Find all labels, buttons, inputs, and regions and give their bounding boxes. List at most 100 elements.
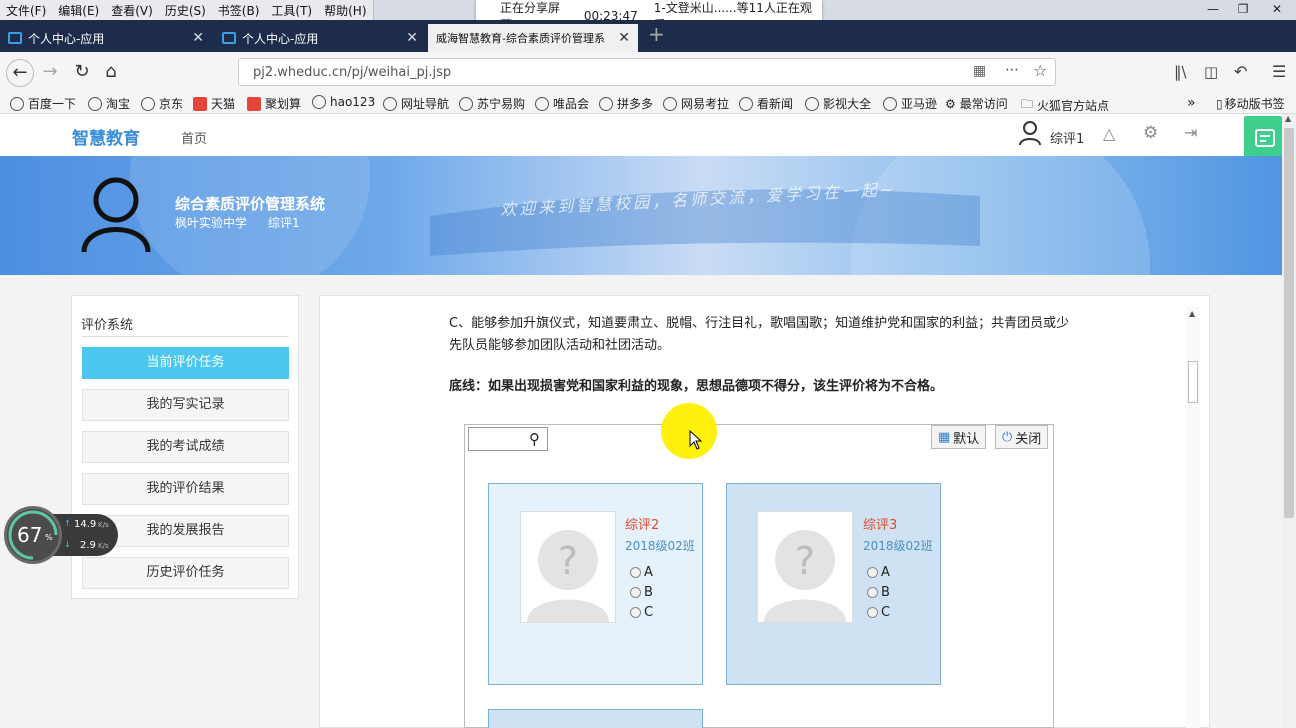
header-username[interactable]: 综评1 <box>1050 128 1084 147</box>
undo-icon[interactable]: ↶ <box>1234 62 1247 81</box>
globe-icon <box>88 96 102 111</box>
hamburger-menu-icon[interactable]: ☰ <box>1272 62 1286 81</box>
radio-icon[interactable] <box>630 587 641 598</box>
student-name: 综评2 <box>625 518 660 533</box>
tab-label: 个人中心-应用 <box>28 31 105 46</box>
bookmark-juhuasuan[interactable]: 聚划算 <box>247 95 301 112</box>
sidebar-item-current-tasks[interactable]: 当前评价任务 <box>82 347 289 379</box>
inner-scroll-thumb[interactable] <box>1188 361 1198 403</box>
inner-scrollbar[interactable]: ▲ <box>1186 307 1200 728</box>
bookmark-tmall[interactable]: 天猫 <box>193 95 235 112</box>
bookmark-label: 拼多多 <box>617 97 654 111</box>
brand-logo[interactable]: 智慧教育 <box>72 124 140 149</box>
home-icon[interactable]: ⌂ <box>99 60 123 84</box>
network-monitor-widget[interactable]: 67 % ↑ 14.9 K/s ↓ 2.9 K/s <box>4 506 118 564</box>
skin-shirt-icon[interactable]: △ <box>1103 124 1115 143</box>
bookmark-kaola[interactable]: 网易考拉 <box>663 95 729 112</box>
globe-icon <box>459 96 473 111</box>
back-icon[interactable]: ← <box>6 59 34 87</box>
tab-1[interactable]: 个人中心-应用 ✕ <box>0 24 212 52</box>
option-label: B <box>644 585 653 600</box>
tab-label: 威海智慧教育-综合素质评价管理系 <box>436 32 605 45</box>
upload-speed: 14.9 <box>74 519 97 530</box>
close-tab-icon[interactable]: ✕ <box>406 30 418 46</box>
close-tab-icon[interactable]: ✕ <box>192 30 204 46</box>
star-icon[interactable]: ☆ <box>1033 61 1047 80</box>
bookmark-taobao[interactable]: 淘宝 <box>88 95 130 112</box>
bookmark-label: 火狐官方站点 <box>1037 99 1110 113</box>
tab-2[interactable]: 个人中心-应用 ✕ <box>214 24 426 52</box>
feedback-chat-icon[interactable] <box>1244 116 1282 158</box>
logout-icon[interactable]: ⇥ <box>1184 123 1197 142</box>
option-a-radio[interactable]: A <box>630 565 653 580</box>
menu-view[interactable]: 查看(V) <box>105 0 159 20</box>
bookmark-label: 影视大全 <box>823 97 872 111</box>
close-tab-icon[interactable]: ✕ <box>618 30 630 46</box>
qr-code-icon[interactable]: ▦ <box>973 63 986 79</box>
menu-edit[interactable]: 编辑(E) <box>52 0 105 20</box>
minimize-button[interactable]: — <box>1198 0 1228 20</box>
bookmark-amazon[interactable]: 亚马逊 <box>883 95 937 112</box>
menu-help[interactable]: 帮助(H) <box>318 0 372 20</box>
scroll-up-icon[interactable]: ▲ <box>1285 114 1291 123</box>
sidebar-icon[interactable]: ◫ <box>1204 63 1218 81</box>
dialog-search-input[interactable]: ⚲ <box>468 427 548 451</box>
radio-icon[interactable] <box>630 607 641 618</box>
more-bookmarks-icon[interactable]: » <box>1187 95 1196 111</box>
sidebar-item-eval-results[interactable]: 我的评价结果 <box>82 473 289 505</box>
option-b-radio[interactable]: B <box>630 585 653 600</box>
tab-3-active[interactable]: 威海智慧教育-综合素质评价管理系 ✕ <box>428 24 638 52</box>
student-card[interactable] <box>488 709 703 728</box>
option-b-radio[interactable]: B <box>867 585 890 600</box>
scroll-up-icon[interactable]: ▲ <box>1189 309 1195 318</box>
bookmark-vip[interactable]: 唯品会 <box>535 95 589 112</box>
bookmark-most-visited[interactable]: ⚙ 最常访问 <box>945 95 1008 112</box>
bookmark-firefox[interactable]: 🗀 火狐官方站点 <box>1021 95 1109 116</box>
library-icon[interactable]: ‖\ <box>1174 63 1187 81</box>
menu-bookmarks[interactable]: 书签(B) <box>212 0 266 20</box>
page-scroll-thumb[interactable] <box>1284 128 1294 518</box>
user-icon[interactable] <box>1018 120 1042 149</box>
close-button[interactable]: ⏻ 关闭 <box>995 425 1049 449</box>
option-label: A <box>881 565 890 580</box>
sidebar-item-exam-scores[interactable]: 我的考试成绩 <box>82 431 289 463</box>
bookmark-jd[interactable]: 京东 <box>141 95 183 112</box>
bookmark-daohang[interactable]: 网址导航 <box>383 95 449 112</box>
radio-icon[interactable] <box>867 587 878 598</box>
default-button[interactable]: ▦ 默认 <box>931 425 987 449</box>
menu-history[interactable]: 历史(S) <box>159 0 212 20</box>
more-icon[interactable]: ⋯ <box>1005 62 1019 78</box>
bookmark-suning[interactable]: 苏宁易购 <box>459 95 525 112</box>
student-class: 2018级02班 <box>625 539 695 553</box>
reload-icon[interactable]: ↻ <box>70 60 94 84</box>
restore-button[interactable]: ❐ <box>1228 0 1258 20</box>
bookmark-pinduoduo[interactable]: 拼多多 <box>599 95 653 112</box>
bookmark-baidu[interactable]: 百度一下 <box>10 95 76 112</box>
search-icon[interactable]: ⚲ <box>529 430 540 448</box>
radio-icon[interactable] <box>867 607 878 618</box>
new-tab-icon[interactable]: + <box>648 22 665 46</box>
menu-tools[interactable]: 工具(T) <box>265 0 318 20</box>
bookmark-news[interactable]: 看新闻 <box>739 95 793 112</box>
menu-file[interactable]: 文件(F) <box>0 0 52 20</box>
option-label: C <box>881 605 891 620</box>
sidebar-item-records[interactable]: 我的写实记录 <box>82 389 289 421</box>
bookmark-video[interactable]: 影视大全 <box>805 95 871 112</box>
option-c-radio[interactable]: C <box>630 605 653 620</box>
tab-label: 个人中心-应用 <box>242 31 319 46</box>
grid-icon: ▦ <box>938 429 951 445</box>
home-link[interactable]: 首页 <box>181 128 207 147</box>
forward-icon[interactable]: → <box>38 60 62 84</box>
settings-gear-icon[interactable]: ⚙ <box>1143 123 1158 143</box>
radio-icon[interactable] <box>630 567 641 578</box>
option-c-radio[interactable]: C <box>867 605 890 620</box>
bookmark-mobile[interactable]: ▯ 移动版书签 <box>1216 95 1285 112</box>
close-window-button[interactable]: ✕ <box>1262 0 1292 20</box>
bookmark-hao123[interactable]: hao123 <box>312 95 375 109</box>
radio-icon[interactable] <box>867 567 878 578</box>
globe-icon <box>599 96 613 111</box>
page-scrollbar[interactable]: ▲ <box>1282 114 1296 728</box>
option-a-radio[interactable]: A <box>867 565 890 580</box>
address-bar[interactable]: pj2.wheduc.cn/pj/weihai_pj.jsp ▦ ⋯ ☆ <box>238 58 1056 86</box>
upload-arrow-icon: ↑ <box>64 519 71 528</box>
